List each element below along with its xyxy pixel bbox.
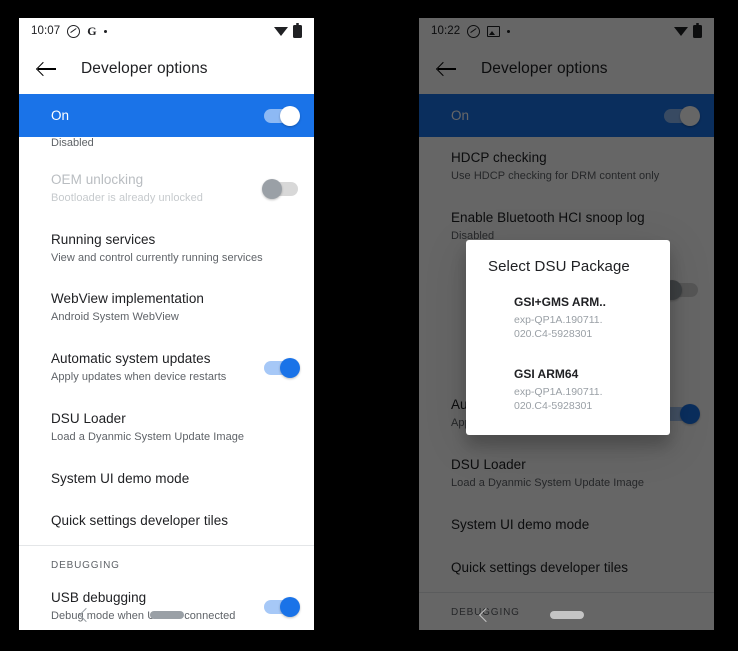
list-item-title: System UI demo mode (51, 470, 190, 486)
automatic-system-updates-toggle[interactable] (264, 358, 300, 379)
battery-icon (293, 22, 302, 38)
section-header-debugging: DEBUGGING (51, 560, 120, 572)
clipped-row-subtitle: Disabled (51, 137, 94, 149)
dialog-title: Select DSU Package (488, 258, 630, 275)
master-switch-label: On (51, 108, 70, 123)
list-item-title: OEM unlocking (51, 172, 144, 187)
app-bar: Developer options (19, 44, 314, 94)
master-switch-toggle[interactable] (264, 105, 300, 126)
list-item-dsu-loader[interactable]: DSU Loader Load a Dyanmic System Update … (19, 398, 314, 458)
system-nav-bar (19, 600, 314, 630)
phone-screen-left: 10:07 G Developer options On Disabled OE… (19, 18, 314, 630)
developer-options-master-switch-row[interactable]: On (19, 94, 314, 137)
status-bar-right (274, 22, 302, 38)
google-icon: G (87, 24, 97, 38)
dialog-option-name: GSI ARM64 (514, 366, 579, 381)
list-item-title: DSU Loader (51, 410, 126, 426)
list-item-subtitle: Bootloader is already unlocked (51, 191, 203, 204)
list-item-automatic-system-updates[interactable]: Automatic system updates Apply updates w… (19, 338, 314, 398)
list-item-running-services[interactable]: Running services View and control curren… (19, 219, 314, 279)
list-item-quick-settings-developer-tiles[interactable]: Quick settings developer tiles (19, 500, 314, 543)
list-item-title: Automatic system updates (51, 351, 211, 367)
wifi-icon (274, 26, 288, 36)
status-bar: 10:07 G (19, 18, 314, 44)
dialog-option-name: GSI+GMS ARM.. (514, 295, 606, 309)
list-item-subtitle: Apply updates when device restarts (51, 371, 227, 384)
list-item-title: Running services (51, 231, 156, 247)
dialog-option-desc: exp-QP1A.190711. 020.C4-5928301 (514, 313, 603, 340)
list-item-system-ui-demo-mode[interactable]: System UI demo mode (19, 458, 314, 501)
list-item-subtitle: Load a Dyanmic System Update Image (51, 430, 245, 443)
settings-list: OEM unlocking Bootloader is already unlo… (19, 159, 314, 630)
list-item-oem-unlocking: OEM unlocking Bootloader is already unlo… (19, 159, 314, 219)
status-bar-clock: 10:07 (31, 25, 61, 37)
dialog-option-gsi-gms-arm[interactable]: GSI+GMS ARM.. exp-QP1A.190711. 020.C4-592… (466, 289, 670, 347)
list-item-subtitle: Android System WebView (51, 311, 179, 324)
phone-screen-right: 10:22 Developer options On HDCP checking… (419, 18, 714, 630)
system-nav-bar (419, 600, 714, 630)
page-title: Developer options (81, 60, 208, 77)
list-item-webview-implementation[interactable]: WebView implementation Android System We… (19, 278, 314, 338)
nav-back-icon[interactable] (78, 607, 94, 623)
oem-unlocking-toggle (262, 178, 298, 199)
status-bar-left: 10:07 G (31, 24, 107, 38)
dot-icon (103, 29, 107, 33)
do-not-disturb-icon (67, 24, 81, 38)
dialog-option-desc: exp-QP1A.190711. 020.C4-5928301 (514, 385, 603, 412)
dialog-option-gsi-arm64[interactable]: GSI ARM64 exp-QP1A.190711. 020.C4-5928301 (466, 361, 670, 419)
list-item-title: WebView implementation (51, 291, 204, 307)
list-item-subtitle: View and control currently running servi… (51, 251, 263, 264)
select-dsu-package-dialog: Select DSU Package GSI+GMS ARM.. exp-QP1… (466, 240, 670, 435)
nav-home-pill[interactable] (549, 611, 584, 619)
back-icon[interactable] (35, 57, 59, 81)
nav-back-icon[interactable] (478, 607, 494, 623)
nav-home-pill[interactable] (149, 611, 184, 619)
list-item-title: Quick settings developer tiles (51, 513, 229, 529)
